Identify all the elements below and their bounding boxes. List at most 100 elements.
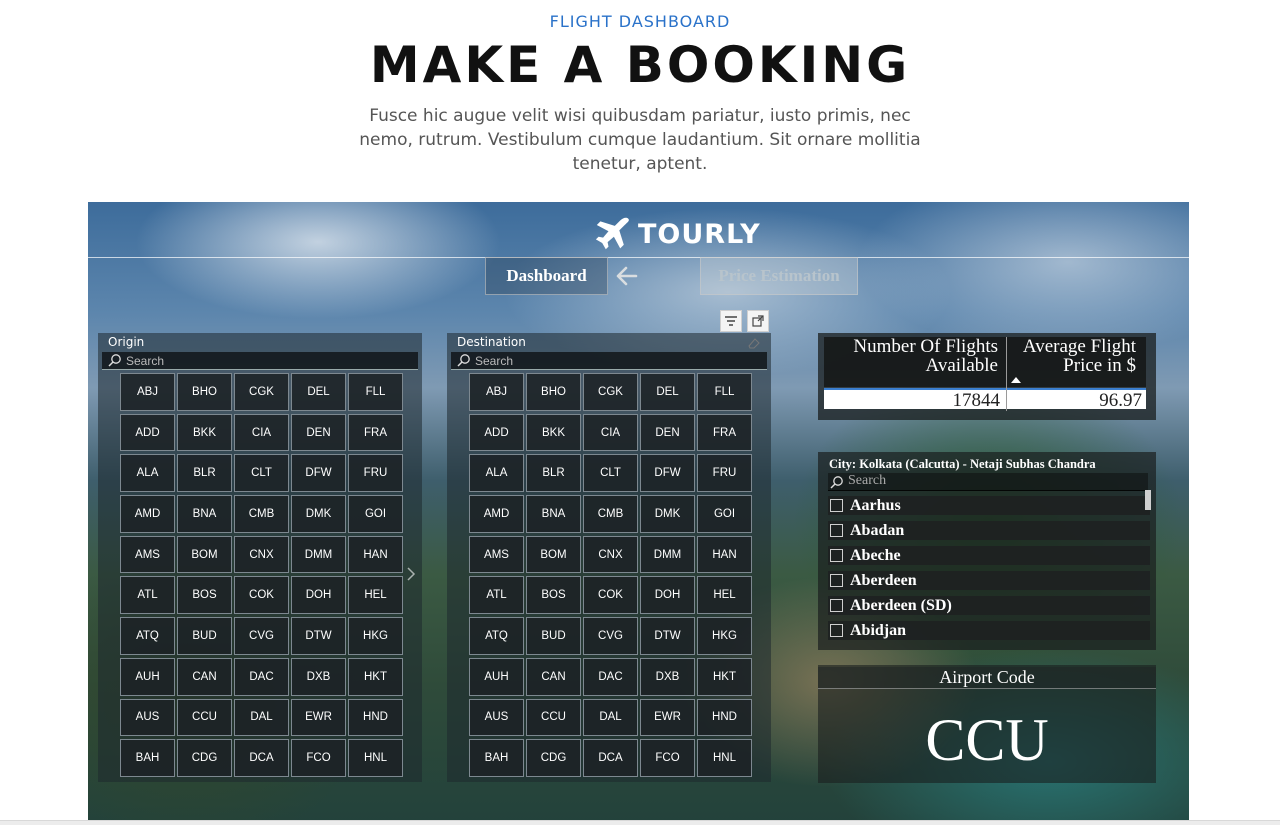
origin-code-button[interactable]: DMK (291, 495, 346, 533)
destination-search-input[interactable]: Search (451, 352, 767, 370)
destination-code-button[interactable]: DAL (583, 698, 638, 737)
destination-code-button[interactable]: BAH (469, 739, 524, 777)
origin-code-button[interactable]: BKK (177, 413, 232, 452)
origin-code-button[interactable]: AUH (120, 657, 175, 696)
checkbox[interactable] (830, 599, 843, 612)
origin-code-button[interactable]: CVG (234, 617, 289, 655)
arrow-left-icon[interactable] (614, 263, 640, 289)
origin-code-button[interactable]: CNX (234, 535, 289, 574)
destination-code-button[interactable]: EWR (640, 698, 695, 737)
destination-code-button[interactable]: DMK (640, 495, 695, 533)
origin-code-button[interactable]: AUS (120, 698, 175, 737)
origin-code-button[interactable]: DFW (291, 454, 346, 493)
destination-code-button[interactable]: CGK (583, 373, 638, 411)
origin-code-button[interactable]: DEL (291, 373, 346, 411)
checkbox[interactable] (830, 549, 843, 562)
destination-code-button[interactable]: FCO (640, 739, 695, 777)
origin-code-button[interactable]: HEL (348, 576, 403, 615)
destination-code-button[interactable]: ABJ (469, 373, 524, 411)
destination-code-button[interactable]: AUS (469, 698, 524, 737)
focus-mode-icon[interactable] (747, 310, 769, 332)
origin-code-button[interactable]: HKT (348, 657, 403, 696)
city-list-item[interactable]: Aberdeen (828, 571, 1150, 590)
destination-code-button[interactable]: BOS (526, 576, 581, 615)
origin-code-button[interactable]: CAN (177, 657, 232, 696)
destination-code-button[interactable]: DEN (640, 413, 695, 452)
destination-code-button[interactable]: ATL (469, 576, 524, 615)
origin-code-button[interactable]: HND (348, 698, 403, 737)
origin-code-button[interactable]: BHO (177, 373, 232, 411)
origin-code-button[interactable]: FLL (348, 373, 403, 411)
origin-code-button[interactable]: ADD (120, 413, 175, 452)
destination-code-button[interactable]: CMB (583, 495, 638, 533)
origin-code-button[interactable]: CMB (234, 495, 289, 533)
destination-code-button[interactable]: GOI (697, 495, 752, 533)
destination-code-button[interactable]: BLR (526, 454, 581, 493)
city-list-item[interactable]: Abidjan (828, 621, 1150, 640)
origin-search-input[interactable]: Search (102, 352, 418, 370)
destination-code-button[interactable]: CCU (526, 698, 581, 737)
origin-code-button[interactable]: ATL (120, 576, 175, 615)
destination-code-button[interactable]: FLL (697, 373, 752, 411)
origin-code-button[interactable]: BAH (120, 739, 175, 777)
destination-code-button[interactable]: DXB (640, 657, 695, 696)
destination-code-button[interactable]: ATQ (469, 617, 524, 655)
destination-code-button[interactable]: DAC (583, 657, 638, 696)
destination-code-button[interactable]: DOH (640, 576, 695, 615)
origin-code-button[interactable]: BNA (177, 495, 232, 533)
destination-code-button[interactable]: BHO (526, 373, 581, 411)
city-list-item[interactable]: Abeche (828, 546, 1150, 565)
origin-code-button[interactable]: COK (234, 576, 289, 615)
city-search-input[interactable]: Search (828, 473, 1148, 491)
city-list-item[interactable]: Abadan (828, 521, 1150, 540)
destination-code-button[interactable]: ADD (469, 413, 524, 452)
destination-code-button[interactable]: HNL (697, 739, 752, 777)
origin-code-button[interactable]: DTW (291, 617, 346, 655)
origin-code-button[interactable]: GOI (348, 495, 403, 533)
origin-code-button[interactable]: CIA (234, 413, 289, 452)
checkbox[interactable] (830, 524, 843, 537)
destination-code-button[interactable]: HND (697, 698, 752, 737)
origin-code-button[interactable]: BOM (177, 535, 232, 574)
origin-code-button[interactable]: FRU (348, 454, 403, 493)
origin-code-button[interactable]: BUD (177, 617, 232, 655)
destination-code-button[interactable]: DMM (640, 535, 695, 574)
origin-code-button[interactable]: ALA (120, 454, 175, 493)
destination-code-button[interactable]: CVG (583, 617, 638, 655)
destination-code-button[interactable]: CNX (583, 535, 638, 574)
origin-code-button[interactable]: DEN (291, 413, 346, 452)
sort-ascending-icon[interactable] (1010, 376, 1022, 384)
origin-code-button[interactable]: CDG (177, 739, 232, 777)
city-list-item[interactable]: Aarhus (828, 496, 1150, 515)
destination-code-button[interactable]: DFW (640, 454, 695, 493)
origin-code-button[interactable]: DAC (234, 657, 289, 696)
chevron-right-icon[interactable] (406, 567, 416, 581)
bottom-scrollbar[interactable] (0, 820, 1280, 825)
origin-code-button[interactable]: EWR (291, 698, 346, 737)
destination-code-button[interactable]: HAN (697, 535, 752, 574)
destination-code-button[interactable]: AMS (469, 535, 524, 574)
destination-code-button[interactable]: BKK (526, 413, 581, 452)
checkbox[interactable] (830, 624, 843, 637)
city-list-item[interactable]: Aberdeen (SD) (828, 596, 1150, 615)
destination-code-button[interactable]: BUD (526, 617, 581, 655)
price-estimation-button[interactable]: Price Estimation (700, 257, 858, 295)
destination-code-button[interactable]: DTW (640, 617, 695, 655)
origin-code-button[interactable]: ABJ (120, 373, 175, 411)
origin-code-button[interactable]: FRA (348, 413, 403, 452)
origin-code-button[interactable]: DXB (291, 657, 346, 696)
filter-icon[interactable] (720, 310, 742, 332)
destination-code-button[interactable]: FRU (697, 454, 752, 493)
avg-price-header[interactable]: Average Flight Price in $ (1006, 337, 1136, 375)
destination-code-button[interactable]: CIA (583, 413, 638, 452)
destination-code-button[interactable]: DCA (583, 739, 638, 777)
destination-code-button[interactable]: FRA (697, 413, 752, 452)
origin-code-button[interactable]: AMS (120, 535, 175, 574)
destination-code-button[interactable]: BNA (526, 495, 581, 533)
origin-code-button[interactable]: AMD (120, 495, 175, 533)
city-list-scrollbar[interactable] (1145, 490, 1151, 510)
checkbox[interactable] (830, 499, 843, 512)
checkbox[interactable] (830, 574, 843, 587)
destination-code-button[interactable]: HKT (697, 657, 752, 696)
origin-code-button[interactable]: BOS (177, 576, 232, 615)
